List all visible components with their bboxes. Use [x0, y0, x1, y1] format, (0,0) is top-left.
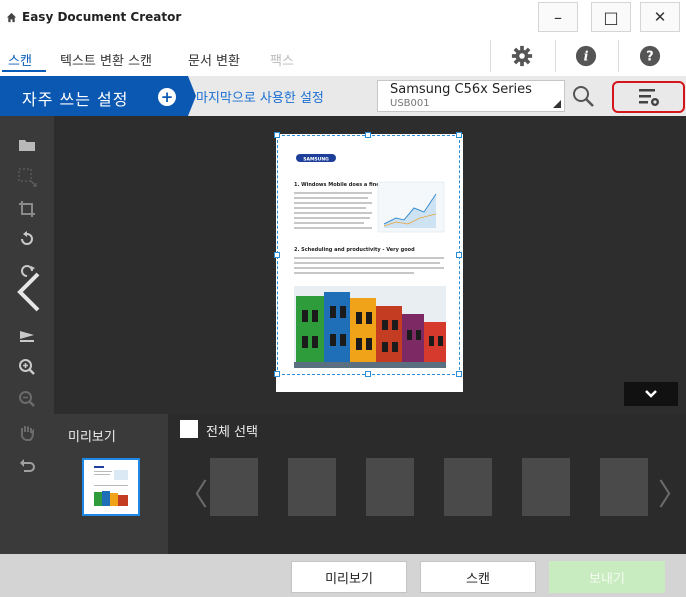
- resize-handle[interactable]: [456, 371, 462, 377]
- undo-button[interactable]: [16, 454, 38, 476]
- preview-label: 미리보기: [68, 430, 116, 445]
- svg-text:?: ?: [646, 50, 653, 65]
- settings-button[interactable]: [508, 42, 536, 70]
- active-tab-underline: [2, 70, 46, 72]
- page-thumbnail[interactable]: [82, 458, 140, 516]
- thumbnail-image: [90, 462, 132, 512]
- favorites-label: 자주 쓰는 설정: [22, 90, 129, 109]
- last-used-settings-link[interactable]: 마지막으로 사용한 설정: [196, 87, 324, 106]
- thumbnail-slot: [210, 458, 258, 516]
- scan-button[interactable]: 스캔: [420, 561, 536, 593]
- undo-icon: [20, 459, 35, 472]
- zoom-in-icon: [19, 359, 35, 375]
- close-button[interactable]: ✕: [640, 2, 680, 32]
- zoom-out-icon: [19, 391, 35, 407]
- zoom-out-button[interactable]: [16, 388, 38, 410]
- thumbnail-slot: [288, 458, 336, 516]
- search-device-button[interactable]: [569, 82, 597, 110]
- chevron-left-icon: [17, 272, 40, 312]
- app-title-text: Easy Document Creator: [22, 10, 182, 24]
- settings-list-icon: [638, 89, 659, 106]
- minimize-button[interactable]: –: [538, 2, 578, 32]
- resize-handle[interactable]: [456, 132, 462, 138]
- resize-handle[interactable]: [456, 252, 462, 258]
- thumbnail-slot: [600, 458, 648, 516]
- pan-button[interactable]: [16, 422, 38, 444]
- resize-handle[interactable]: [274, 252, 280, 258]
- rotate-icon: [21, 231, 33, 245]
- thumbnails-prev-icon[interactable]: 〈: [178, 470, 208, 514]
- preview-button[interactable]: 미리보기: [291, 561, 407, 593]
- open-folder-button[interactable]: [16, 134, 38, 156]
- help-icon: ?: [639, 45, 661, 67]
- resize-handle[interactable]: [365, 132, 371, 138]
- chevron-down-icon: [645, 390, 657, 398]
- app-title: Easy Document Creator: [6, 10, 181, 24]
- device-name: Samsung C56x Series: [390, 82, 532, 97]
- info-button[interactable]: i: [572, 42, 600, 70]
- favorites-panel[interactable]: 자주 쓰는 설정 +: [0, 76, 188, 116]
- send-button[interactable]: 보내기: [549, 561, 665, 593]
- tab-fax[interactable]: 팩스: [270, 50, 294, 69]
- crop-icon: [19, 201, 35, 217]
- device-port: USB001: [390, 98, 430, 109]
- flip-button[interactable]: [16, 326, 38, 348]
- rotate-button[interactable]: [16, 228, 38, 250]
- select-all-checkbox[interactable]: [180, 420, 198, 438]
- dropdown-corner-icon: [553, 100, 561, 108]
- tab-doc-convert[interactable]: 문서 변환: [188, 50, 240, 69]
- resize-handle[interactable]: [274, 132, 280, 138]
- crop-button[interactable]: [16, 198, 38, 220]
- select-all-label: 전체 선택: [206, 425, 258, 440]
- device-select[interactable]: Samsung C56x Series USB001: [377, 80, 565, 112]
- close-icon: ✕: [653, 8, 667, 26]
- toolbar-separator: [555, 40, 556, 72]
- collapse-panel-button[interactable]: [14, 272, 44, 312]
- resize-handle[interactable]: [365, 371, 371, 377]
- expand-button[interactable]: [624, 382, 678, 406]
- zoom-in-button[interactable]: [16, 356, 38, 378]
- maximize-icon: □: [603, 7, 619, 27]
- minimize-icon: –: [554, 7, 562, 27]
- selection-rectangle[interactable]: [277, 135, 460, 375]
- toolbar-separator: [618, 40, 619, 72]
- select-area-icon: [18, 168, 37, 187]
- scan-settings-button[interactable]: [612, 81, 685, 113]
- home-icon: [6, 12, 17, 22]
- thumbnail-slot: [522, 458, 570, 516]
- thumbnail-slot: [366, 458, 414, 516]
- tab-text-scan[interactable]: 텍스트 변환 스캔: [60, 50, 152, 69]
- flip-icon: [20, 331, 34, 342]
- search-icon: [573, 86, 594, 107]
- add-favorite-icon[interactable]: +: [158, 88, 176, 106]
- folder-icon: [19, 140, 35, 151]
- title-bar: Easy Document Creator – □ ✕: [0, 0, 686, 36]
- gear-icon: [511, 45, 533, 67]
- help-button[interactable]: ?: [636, 42, 664, 70]
- toolbar-separator: [490, 40, 491, 72]
- favorites-arrow: [188, 76, 196, 116]
- info-icon: i: [575, 45, 597, 67]
- tab-scan[interactable]: 스캔: [8, 50, 32, 69]
- thumbnails-next-icon[interactable]: 〉: [658, 470, 686, 514]
- select-area-button[interactable]: [16, 166, 38, 188]
- resize-handle[interactable]: [274, 371, 280, 377]
- hand-icon: [20, 426, 34, 441]
- maximize-button[interactable]: □: [591, 2, 631, 32]
- svg-text:i: i: [584, 50, 589, 65]
- thumbnail-slot: [444, 458, 492, 516]
